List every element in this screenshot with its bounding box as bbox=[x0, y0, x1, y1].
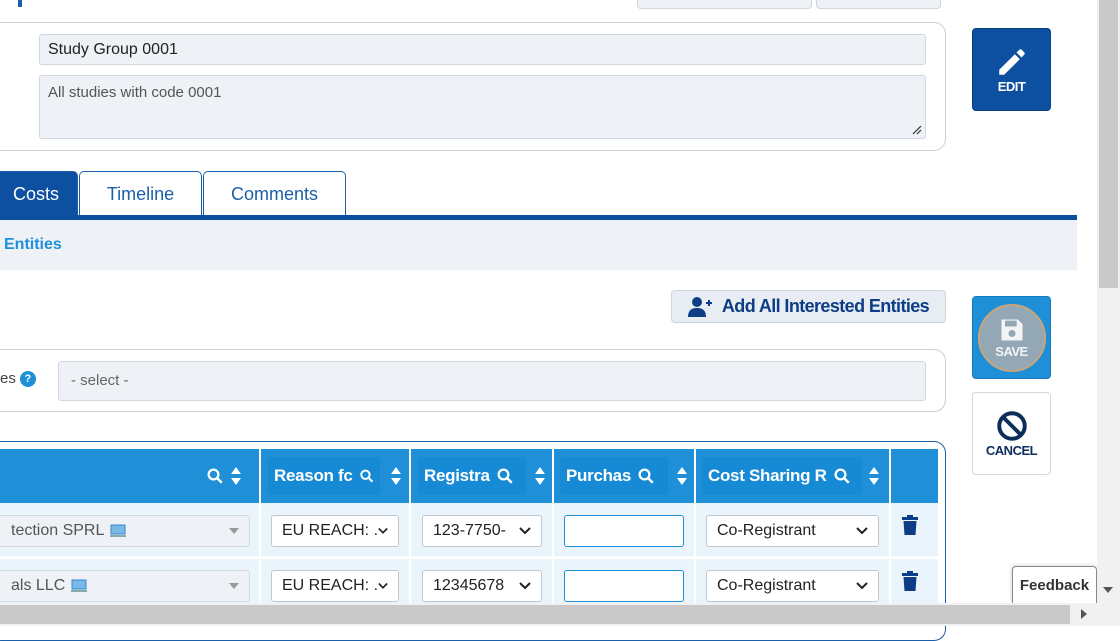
registration-select[interactable]: 123-7750- bbox=[422, 515, 542, 547]
feedback-button[interactable]: Feedback bbox=[1012, 566, 1097, 603]
cancel-label: CANCEL bbox=[985, 443, 1038, 458]
help-icon[interactable]: ? bbox=[19, 370, 36, 387]
entities-link[interactable]: Entities bbox=[4, 236, 62, 254]
column-separator bbox=[889, 449, 891, 609]
reason-value: EU REACH: . bbox=[282, 577, 379, 594]
scroll-down-arrow-icon[interactable] bbox=[1102, 586, 1114, 594]
column-header-registration[interactable]: Registra bbox=[418, 449, 552, 503]
scroll-right-arrow-icon[interactable] bbox=[1080, 608, 1088, 620]
horizontal-scrollbar-thumb[interactable] bbox=[0, 605, 1070, 624]
tab-costs[interactable]: Costs bbox=[0, 171, 78, 216]
chevron-down-icon bbox=[856, 527, 868, 535]
entity-name: als LLC bbox=[11, 577, 66, 594]
resize-grip-icon[interactable] bbox=[912, 125, 922, 135]
top-toolbar-button[interactable] bbox=[816, 0, 941, 9]
search-icon[interactable] bbox=[206, 467, 224, 485]
search-icon[interactable] bbox=[833, 467, 851, 485]
tab-label: Costs bbox=[12, 183, 59, 204]
column-separator bbox=[409, 449, 411, 609]
column-header-cost-sharing[interactable]: Cost Sharing R bbox=[702, 449, 888, 503]
tab-label: Timeline bbox=[106, 183, 175, 204]
save-disabled-overlay: SAVE bbox=[977, 303, 1046, 372]
column-header-label: Registra bbox=[424, 466, 490, 485]
entity-select[interactable]: als LLC bbox=[0, 570, 250, 602]
registration-select[interactable]: 12345678 bbox=[422, 570, 542, 602]
sort-icon[interactable] bbox=[230, 466, 242, 486]
column-header-purchase[interactable]: Purchas bbox=[560, 449, 694, 503]
column-header-label: Cost Sharing R bbox=[708, 466, 827, 485]
entity-name: tection SPRL bbox=[11, 522, 105, 539]
sub-navigation-bar bbox=[0, 220, 1077, 270]
computer-icon bbox=[71, 579, 88, 592]
save-button[interactable]: SAVE bbox=[972, 296, 1051, 379]
sort-icon[interactable] bbox=[676, 466, 688, 486]
trash-icon[interactable] bbox=[902, 571, 918, 591]
caret-down-icon bbox=[229, 528, 239, 534]
floppy-disk-icon bbox=[1001, 319, 1022, 341]
cost-sharing-value: Co-Registrant bbox=[717, 522, 816, 539]
study-group-description-field[interactable]: All studies with code 0001 bbox=[39, 75, 926, 139]
select-label: es ? bbox=[0, 370, 36, 387]
column-header-label: Purchas bbox=[566, 466, 631, 485]
column-header-entity[interactable] bbox=[0, 449, 258, 503]
cost-sharing-value: Co-Registrant bbox=[717, 577, 816, 594]
edit-button[interactable]: EDIT bbox=[972, 28, 1051, 111]
chevron-down-icon bbox=[519, 527, 531, 535]
chevron-down-icon bbox=[378, 582, 388, 589]
add-all-label: Add All Interested Entities bbox=[721, 296, 930, 316]
edit-label: EDIT bbox=[997, 79, 1026, 94]
cancel-button[interactable]: CANCEL bbox=[972, 392, 1051, 475]
top-toolbar-button[interactable] bbox=[637, 0, 812, 9]
sort-icon[interactable] bbox=[868, 466, 880, 486]
tab-label: Comments bbox=[230, 183, 319, 204]
reason-select[interactable]: EU REACH: . bbox=[271, 570, 399, 602]
purchase-input[interactable] bbox=[564, 570, 684, 602]
caret-down-icon bbox=[229, 583, 239, 589]
sort-icon[interactable] bbox=[534, 466, 546, 486]
entity-select-field[interactable]: - select - bbox=[58, 361, 926, 401]
search-icon[interactable] bbox=[359, 467, 374, 485]
registration-value: 123-7750- bbox=[433, 522, 506, 539]
vertical-scrollbar-thumb[interactable] bbox=[1099, 0, 1118, 288]
user-plus-icon bbox=[687, 296, 712, 317]
registration-value: 12345678 bbox=[433, 577, 505, 594]
trash-icon[interactable] bbox=[902, 515, 918, 535]
select-label-text: es bbox=[0, 370, 16, 387]
reason-select[interactable]: EU REACH: . bbox=[271, 515, 399, 547]
chevron-down-icon bbox=[378, 527, 388, 534]
save-label: SAVE bbox=[995, 344, 1028, 359]
column-separator bbox=[552, 449, 554, 609]
entity-select[interactable]: tection SPRL bbox=[0, 515, 250, 547]
description-text: All studies with code 0001 bbox=[48, 84, 222, 101]
search-icon[interactable] bbox=[496, 467, 514, 485]
tab-timeline[interactable]: Timeline bbox=[79, 171, 202, 216]
study-group-name-field[interactable]: Study Group 0001 bbox=[39, 34, 926, 65]
add-all-interested-entities-button[interactable]: Add All Interested Entities bbox=[671, 290, 946, 323]
search-icon[interactable] bbox=[637, 467, 655, 485]
cost-sharing-select[interactable]: Co-Registrant bbox=[706, 515, 879, 547]
column-separator bbox=[694, 449, 696, 609]
reason-value: EU REACH: . bbox=[282, 522, 379, 539]
tab-comments[interactable]: Comments bbox=[203, 171, 346, 216]
column-separator bbox=[259, 449, 261, 609]
computer-icon bbox=[110, 524, 127, 537]
sort-icon[interactable] bbox=[390, 466, 402, 486]
chevron-down-icon bbox=[519, 582, 531, 590]
column-header-reason[interactable]: Reason fc bbox=[268, 449, 408, 503]
purchase-input[interactable] bbox=[564, 515, 684, 547]
column-header-label: Reason fc bbox=[274, 466, 353, 485]
pencil-icon bbox=[998, 49, 1025, 75]
cost-sharing-select[interactable]: Co-Registrant bbox=[706, 570, 879, 602]
ban-icon bbox=[996, 411, 1027, 441]
chevron-down-icon bbox=[856, 582, 868, 590]
page-accent-bar bbox=[18, 0, 22, 7]
